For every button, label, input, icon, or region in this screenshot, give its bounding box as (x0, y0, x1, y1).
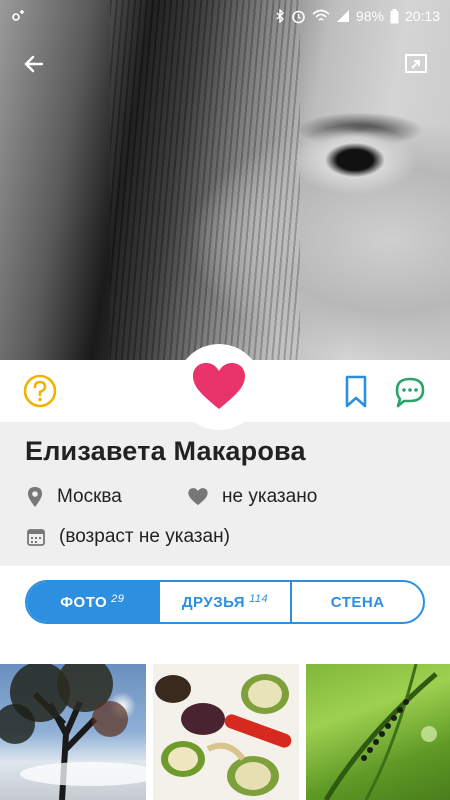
chat-bubble-icon (395, 377, 425, 408)
relationship-row: не указано (188, 486, 317, 508)
heart-small-icon (188, 488, 208, 506)
clock: 20:13 (404, 8, 440, 24)
status-bar: 98% 20:13 (0, 0, 450, 32)
status-right: 98% 20:13 (275, 8, 440, 24)
battery-percent: 98% (355, 8, 384, 24)
profile-name: Елизавета Макарова (25, 436, 306, 466)
battery-icon (390, 8, 399, 23)
hair-texture (110, 0, 300, 360)
photo-thumbnail[interactable] (153, 664, 299, 800)
open-external-icon (405, 54, 427, 73)
age-row: (возраст не указан) (27, 526, 230, 548)
arrow-left-icon (24, 55, 44, 73)
wifi-icon (312, 9, 330, 21)
grilled-vegetables (155, 674, 292, 796)
profile-cover-photo[interactable] (0, 0, 450, 360)
calendar-icon (27, 529, 45, 546)
relationship-text: не указано (222, 486, 318, 507)
tab-wall-label: СТЕНА (330, 593, 385, 611)
bluetooth-icon (276, 9, 284, 23)
share-button[interactable] (400, 48, 432, 80)
tab-photos-label: ФОТО (60, 593, 108, 611)
grass-macro (323, 664, 438, 800)
tab-wall[interactable]: СТЕНА (292, 582, 423, 622)
message-button[interactable] (392, 374, 428, 410)
age-text: (возраст не указан) (59, 526, 230, 547)
heart-icon (193, 363, 245, 409)
tab-photos[interactable]: ФОТО 29 (27, 582, 160, 622)
tree-silhouette (0, 664, 146, 800)
tab-friends-label: ДРУЗЬЯ (181, 593, 246, 611)
city-text: Москва (57, 486, 122, 507)
photo-thumbnail[interactable] (306, 664, 450, 800)
profile-tabs: ФОТО 29 ДРУЗЬЯ 114 СТЕНА (25, 580, 425, 624)
alarm-icon (292, 10, 305, 23)
photo-thumbnail[interactable] (0, 664, 146, 800)
photo-grid (0, 664, 450, 800)
help-button[interactable] (22, 373, 58, 409)
tab-friends[interactable]: ДРУЗЬЯ 114 (160, 582, 293, 622)
bookmark-icon (345, 375, 367, 408)
location-pin-icon (28, 487, 42, 507)
profile-info: Елизавета Макарова Москва не указано (во… (0, 422, 450, 566)
like-button[interactable] (176, 344, 262, 430)
signal-icon (336, 10, 349, 22)
question-circle-icon (23, 374, 57, 408)
tab-photos-count: 29 (111, 593, 125, 605)
back-button[interactable] (18, 48, 50, 80)
bookmark-button[interactable] (343, 375, 369, 409)
tab-friends-count: 114 (249, 593, 269, 605)
status-left (10, 9, 28, 23)
notification-icon (12, 10, 24, 21)
city-row: Москва (27, 486, 122, 508)
